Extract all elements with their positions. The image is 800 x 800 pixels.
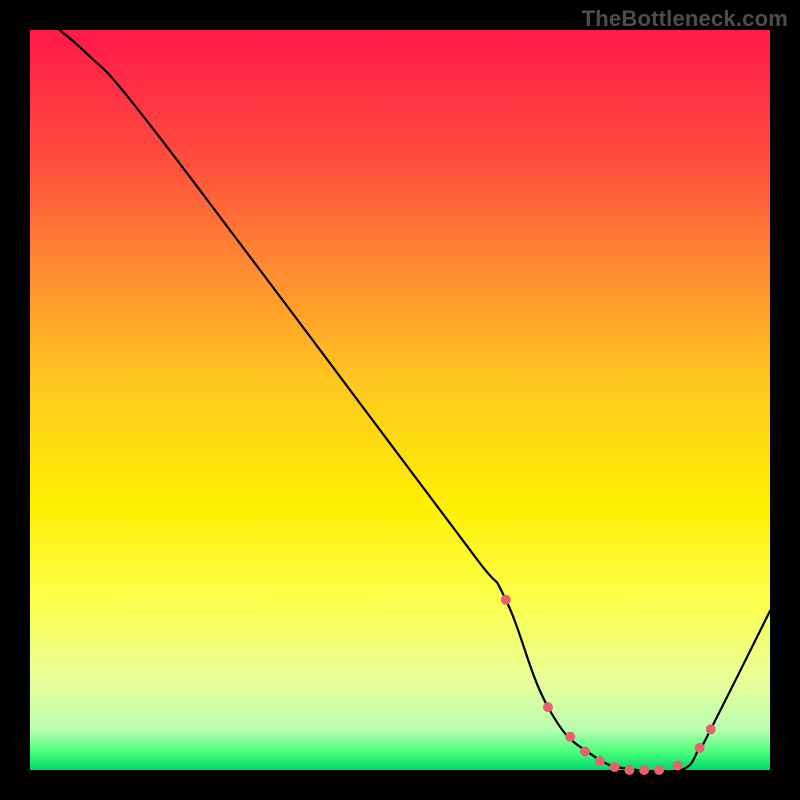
threshold-marker [610, 762, 620, 772]
threshold-marker [580, 747, 590, 757]
threshold-marker [624, 765, 634, 775]
chart-svg [0, 0, 800, 800]
threshold-marker [706, 724, 716, 734]
threshold-marker [639, 765, 649, 775]
threshold-marker [501, 595, 511, 605]
threshold-marker [654, 765, 664, 775]
threshold-marker [695, 743, 705, 753]
threshold-marker [543, 702, 553, 712]
threshold-marker [673, 761, 683, 771]
watermark-text: TheBottleneck.com [582, 6, 788, 32]
threshold-marker [565, 732, 575, 742]
chart-container: TheBottleneck.com [0, 0, 800, 800]
plot-background [30, 30, 770, 770]
threshold-marker [595, 756, 605, 766]
